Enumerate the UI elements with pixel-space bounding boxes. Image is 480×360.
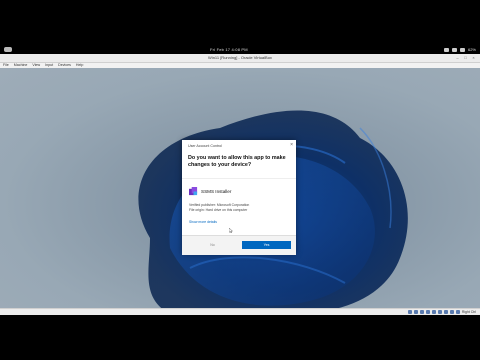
host-key-label: Right Ctrl bbox=[461, 310, 476, 314]
usb-icon[interactable] bbox=[431, 310, 436, 314]
window-titlebar[interactable]: Win11 [Running] - Oracle VirtualBox – □ … bbox=[0, 54, 480, 63]
host-top-bar: Fri Feb 17 4:08 PM 62% bbox=[0, 45, 480, 54]
recording-icon[interactable] bbox=[449, 310, 454, 314]
window-title: Win11 [Running] - Oracle VirtualBox bbox=[208, 55, 272, 60]
mouse-integration-icon[interactable] bbox=[455, 310, 460, 314]
vbox-statusbar: Right Ctrl bbox=[0, 308, 480, 315]
close-icon[interactable]: × bbox=[290, 142, 293, 148]
maximize-icon[interactable]: □ bbox=[463, 55, 468, 60]
hard-disk-icon[interactable] bbox=[407, 310, 412, 314]
mouse-pointer-icon bbox=[229, 228, 233, 233]
volume-icon bbox=[451, 47, 457, 52]
uac-header: User Account Control × Do you want to al… bbox=[182, 140, 296, 178]
status-icons: Right Ctrl bbox=[407, 310, 476, 314]
guest-desktop[interactable]: User Account Control × Do you want to al… bbox=[0, 68, 480, 314]
uac-body: SSMS Installer Verified publisher: Micro… bbox=[182, 178, 296, 236]
minimize-icon[interactable]: – bbox=[455, 55, 460, 60]
uac-caption: User Account Control bbox=[188, 144, 222, 148]
window-controls: – □ × bbox=[455, 55, 476, 60]
uac-question: Do you want to allow this app to make ch… bbox=[188, 155, 286, 168]
window-close-icon[interactable]: × bbox=[471, 55, 476, 60]
uac-publisher-info: Verified publisher: Microsoft Corporatio… bbox=[189, 203, 249, 213]
show-more-details-link[interactable]: Show more details bbox=[189, 220, 217, 224]
no-button[interactable]: No bbox=[188, 241, 237, 249]
uac-footer: No Yes bbox=[182, 235, 296, 255]
network-adapter-icon[interactable] bbox=[425, 310, 430, 314]
ssms-installer-icon bbox=[189, 187, 198, 196]
battery-icon bbox=[459, 47, 465, 52]
shared-folders-icon[interactable] bbox=[437, 310, 442, 314]
battery-percent: 62% bbox=[467, 47, 476, 52]
virtualbox-window: Win11 [Running] - Oracle VirtualBox – □ … bbox=[0, 54, 480, 314]
network-icon bbox=[443, 47, 449, 52]
uac-dialog: User Account Control × Do you want to al… bbox=[182, 140, 296, 255]
yes-button[interactable]: Yes bbox=[242, 241, 291, 249]
activities-button[interactable] bbox=[4, 47, 12, 52]
display-icon[interactable] bbox=[443, 310, 448, 314]
host-clock[interactable]: Fri Feb 17 4:08 PM bbox=[210, 47, 248, 52]
uac-origin: File origin: Hard drive on this computer bbox=[189, 208, 248, 212]
host-system-tray[interactable]: 62% bbox=[443, 47, 476, 52]
optical-drive-icon[interactable] bbox=[413, 310, 418, 314]
uac-app-name: SSMS Installer bbox=[201, 189, 232, 194]
audio-icon[interactable] bbox=[419, 310, 424, 314]
